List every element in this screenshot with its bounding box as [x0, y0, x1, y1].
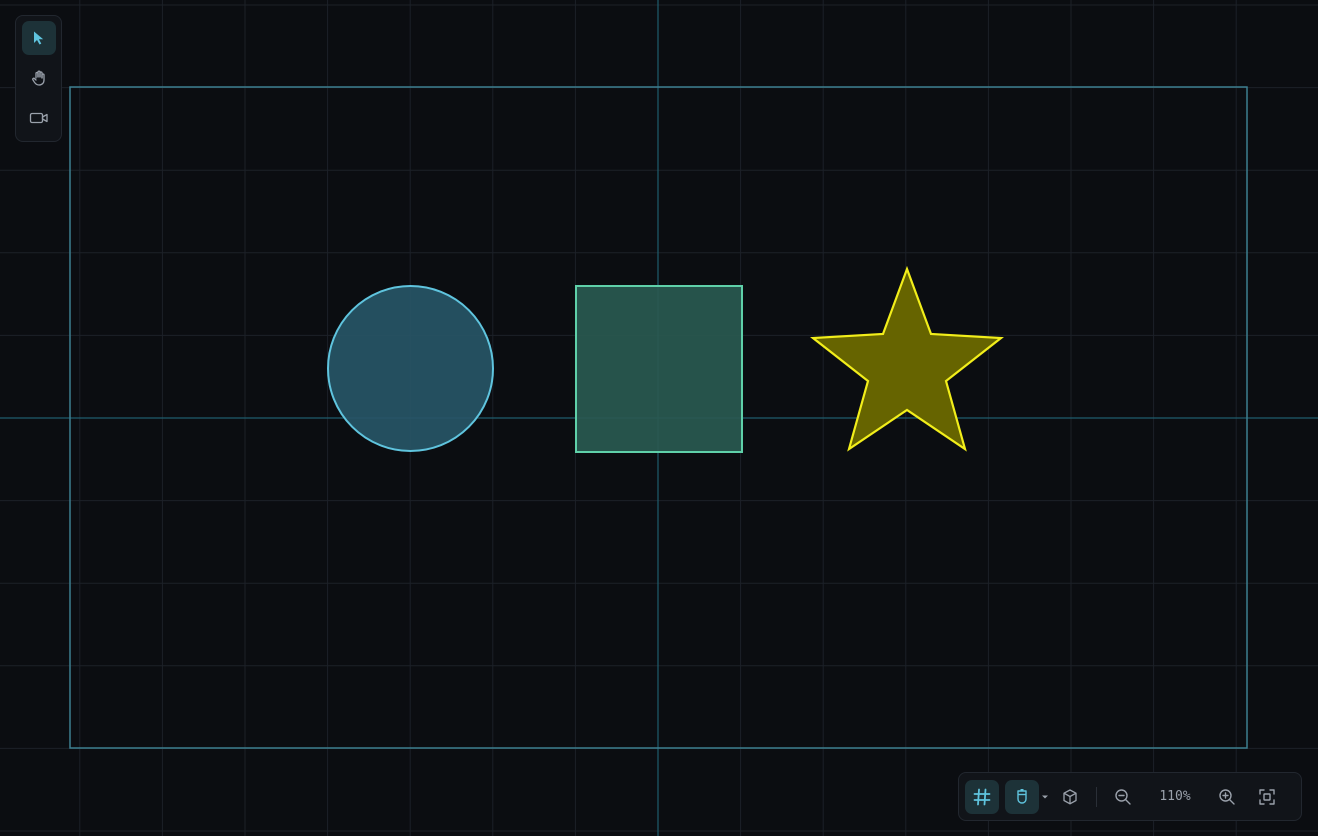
hand-icon	[31, 70, 45, 86]
tool-palette	[15, 15, 62, 142]
canvas[interactable]: 110%	[0, 0, 1318, 836]
view-3d-button[interactable]	[1053, 780, 1087, 814]
square-shape[interactable]	[575, 285, 743, 453]
caret-down-icon	[1042, 795, 1048, 798]
video-camera-icon	[29, 112, 48, 124]
camera-tool-button[interactable]	[22, 101, 56, 135]
canvas-stage[interactable]	[0, 0, 1318, 836]
view-toolbar: 110%	[958, 772, 1302, 821]
zoom-level: 110%	[1159, 789, 1191, 804]
fit-frame-icon	[1259, 788, 1275, 805]
zoom-out-button[interactable]	[1106, 780, 1140, 814]
magnet-icon	[1017, 788, 1027, 804]
fit-view-button[interactable]	[1250, 780, 1284, 814]
star-shape[interactable]	[810, 265, 1004, 452]
circle-shape[interactable]	[327, 285, 494, 452]
select-tool-button[interactable]	[21, 21, 56, 55]
snap-options-dropdown[interactable]	[1039, 780, 1051, 814]
snap-toggle-button[interactable]	[1005, 779, 1039, 814]
toolbar-divider	[1096, 786, 1097, 807]
zoom-in-button[interactable]	[1210, 780, 1244, 814]
cursor-arrow-icon	[33, 31, 43, 45]
pan-tool-button[interactable]	[22, 61, 56, 95]
zoom-in-icon	[1219, 788, 1235, 805]
grid-toggle-button[interactable]	[965, 779, 999, 814]
cube-icon	[1063, 788, 1077, 804]
zoom-out-icon	[1115, 788, 1131, 805]
grid-hash-icon	[973, 788, 991, 805]
